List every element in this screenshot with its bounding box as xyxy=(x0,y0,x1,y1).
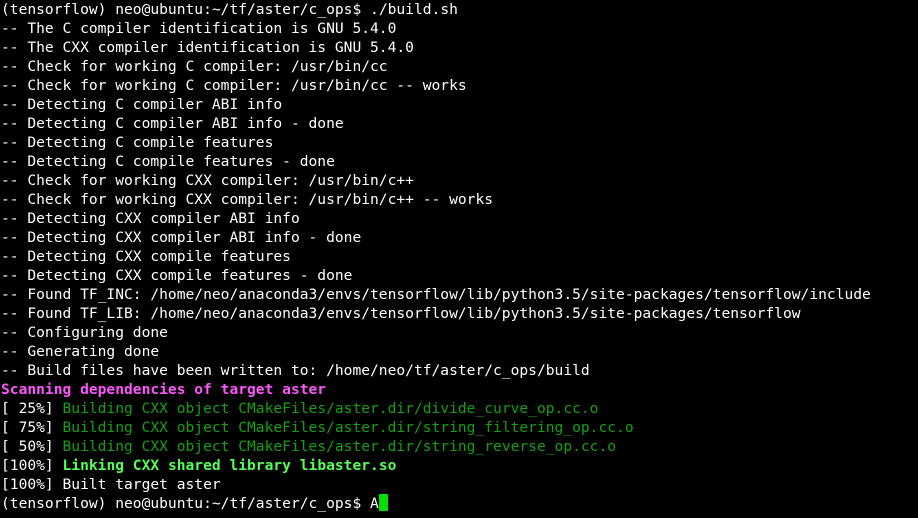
terminal-window[interactable]: (tensorflow) neo@ubuntu:~/tf/aster/c_ops… xyxy=(0,0,918,518)
output-line: -- Found TF_INC: /home/neo/anaconda3/env… xyxy=(1,286,871,303)
output-line: -- Check for working C compiler: /usr/bi… xyxy=(1,58,388,75)
build-step-line: [ 25%] Building CXX object CMakeFiles/as… xyxy=(1,399,918,418)
linking-line: [100%] Linking CXX shared library libast… xyxy=(1,456,918,475)
text-cursor xyxy=(378,494,388,511)
output-line: -- Configuring done xyxy=(1,324,168,341)
linking-text: Linking CXX shared library libaster.so xyxy=(62,457,397,474)
output-line: -- Found TF_LIB: /home/neo/anaconda3/env… xyxy=(1,305,801,322)
command-input[interactable]: A xyxy=(370,495,379,512)
output-line: -- Build files have been written to: /ho… xyxy=(1,362,590,379)
command-line: (tensorflow) neo@ubuntu:~/tf/aster/c_ops… xyxy=(1,0,918,19)
command-text: ./build.sh xyxy=(370,1,458,18)
output-line: -- Check for working CXX compiler: /usr/… xyxy=(1,191,494,208)
output-line: -- The C compiler identification is GNU … xyxy=(1,20,397,37)
output-line: -- Detecting C compile features - done xyxy=(1,153,335,170)
output-line: -- Check for working CXX compiler: /usr/… xyxy=(1,172,414,189)
build-step-text: Building CXX object CMakeFiles/aster.dir… xyxy=(62,438,617,455)
output-line: -- Generating done xyxy=(1,343,160,360)
output-line: -- Check for working C compiler: /usr/bi… xyxy=(1,77,467,94)
linking-percent: [100%] xyxy=(1,457,63,474)
output-line: -- Detecting CXX compile features - done xyxy=(1,267,353,284)
output-line: -- Detecting CXX compiler ABI info xyxy=(1,210,300,227)
scanning-line: Scanning dependencies of target aster xyxy=(1,381,327,398)
built-target-line: [100%] Built target aster xyxy=(1,476,221,493)
output-line: -- Detecting CXX compiler ABI info - don… xyxy=(1,229,362,246)
input-line[interactable]: (tensorflow) neo@ubuntu:~/tf/aster/c_ops… xyxy=(1,494,918,513)
build-step-text: Building CXX object CMakeFiles/aster.dir… xyxy=(62,400,599,417)
output-line: -- Detecting CXX compile features xyxy=(1,248,291,265)
output-line: -- Detecting C compile features xyxy=(1,134,274,151)
output-line: -- Detecting C compiler ABI info - done xyxy=(1,115,344,132)
build-step-line: [ 75%] Building CXX object CMakeFiles/as… xyxy=(1,418,918,437)
shell-prompt: (tensorflow) neo@ubuntu:~/tf/aster/c_ops… xyxy=(1,495,371,512)
build-percent: [ 25%] xyxy=(1,400,63,417)
shell-prompt: (tensorflow) neo@ubuntu:~/tf/aster/c_ops… xyxy=(1,1,371,18)
build-step-line: [ 50%] Building CXX object CMakeFiles/as… xyxy=(1,437,918,456)
build-step-text: Building CXX object CMakeFiles/aster.dir… xyxy=(62,419,634,436)
build-percent: [ 75%] xyxy=(1,419,63,436)
build-percent: [ 50%] xyxy=(1,438,63,455)
output-line: -- Detecting C compiler ABI info xyxy=(1,96,283,113)
output-line: -- The CXX compiler identification is GN… xyxy=(1,39,414,56)
